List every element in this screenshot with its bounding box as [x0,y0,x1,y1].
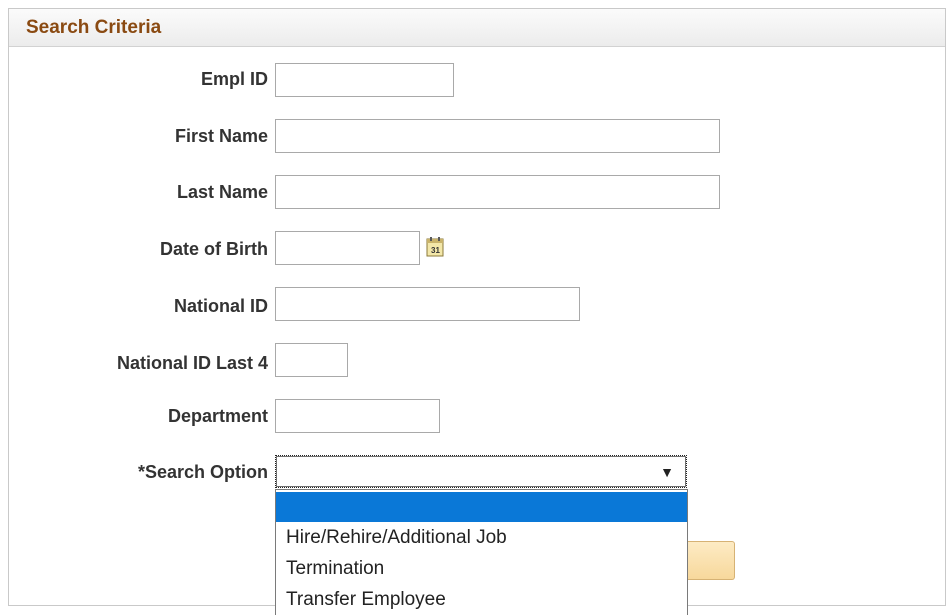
national-id-input[interactable] [275,287,580,321]
first-name-input[interactable] [275,119,720,153]
last-name-label: Last Name [176,182,268,202]
department-label: Department [167,406,268,426]
dropdown-option-hire[interactable]: Hire/Rehire/Additional Job [276,522,687,553]
national-id-last4-label: National ID Last 4 [116,353,268,373]
panel-title: Search Criteria [26,17,162,38]
national-id-label: National ID [173,296,268,316]
search-button[interactable] [688,541,735,580]
dropdown-option-blank[interactable] [276,492,687,522]
dropdown-option-transfer[interactable]: Transfer Employee [276,584,687,615]
date-of-birth-input[interactable] [275,231,420,265]
department-input[interactable] [275,399,440,433]
search-option-label: *Search Option [137,462,268,482]
national-id-last4-input[interactable] [275,343,348,377]
date-of-birth-label: Date of Birth [160,239,268,259]
empl-id-input[interactable] [275,63,454,97]
chevron-down-icon: ▼ [660,464,674,480]
dropdown-option-termination[interactable]: Termination [276,553,687,584]
calendar-icon[interactable]: 31 [426,237,445,257]
first-name-label: First Name [174,126,268,146]
search-option-dropdown: Hire/Rehire/Additional Job Termination T… [275,489,688,615]
svg-text:31: 31 [431,246,440,255]
search-option-select[interactable]: ▼ [275,455,687,488]
panel-header: Search Criteria [9,9,945,47]
last-name-input[interactable] [275,175,720,209]
empl-id-label: Empl ID [200,69,268,89]
